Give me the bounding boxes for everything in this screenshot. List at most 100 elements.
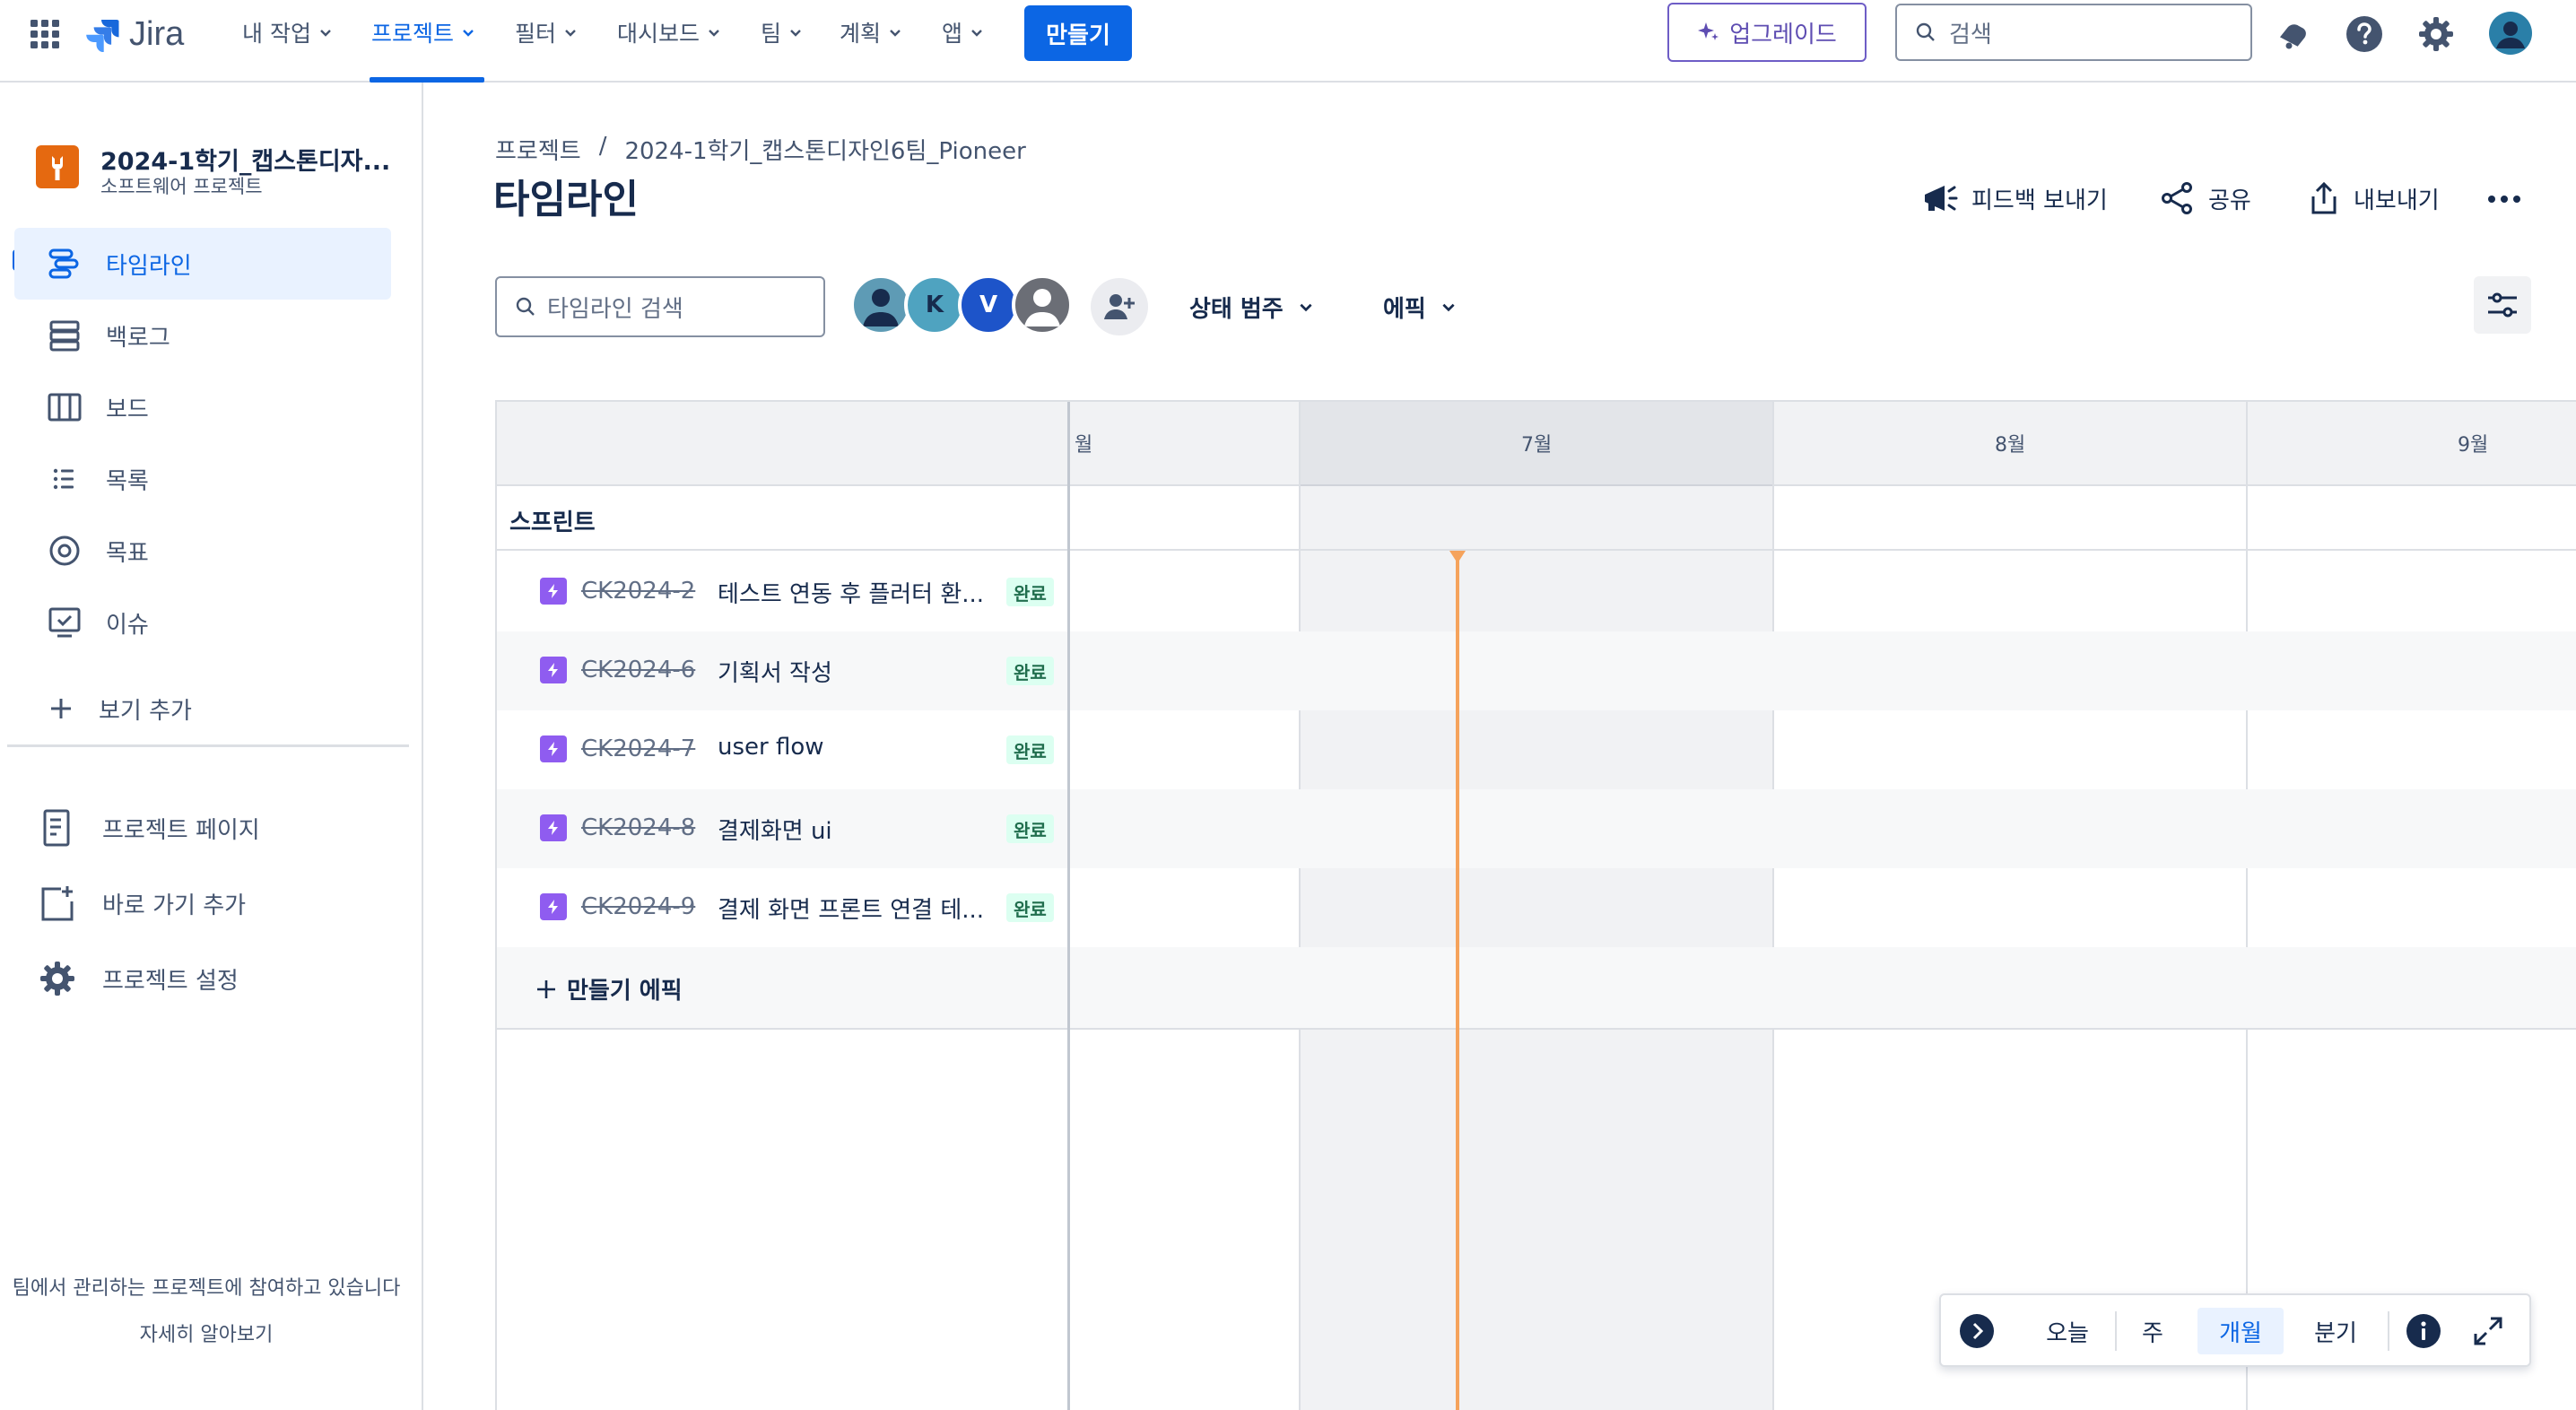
zoom-today-button[interactable]: 오늘 — [2023, 1308, 2111, 1354]
project-sidebar: 2024-1학기_캡스톤디자... 소프트웨어 프로젝트 타임라인 백로그 보드… — [0, 83, 423, 1410]
timeline-search-placeholder: 타임라인 검색 — [547, 295, 683, 323]
nav-projects[interactable]: 프로젝트 — [371, 16, 475, 48]
create-epic-button[interactable]: 만들기 에픽 — [535, 972, 683, 1005]
export-button[interactable]: 내보내기 — [2307, 178, 2440, 219]
sidebar-item-list[interactable]: 목록 — [14, 443, 391, 515]
timeline-search-input[interactable]: 타임라인 검색 — [495, 276, 825, 337]
list-item[interactable]: CK2024-7 user flow 완료 — [497, 710, 2576, 789]
sidebar-item-board[interactable]: 보드 — [14, 371, 391, 443]
avatar[interactable]: K — [904, 274, 965, 335]
list-item[interactable]: CK2024-9 결제 화면 프론트 연결 테... 완료 — [497, 868, 2576, 947]
issue-summary[interactable]: user flow — [718, 734, 987, 761]
add-people-button[interactable] — [1091, 278, 1148, 335]
avatar-initial: K — [925, 292, 944, 318]
help-icon[interactable] — [2345, 14, 2384, 54]
upgrade-button[interactable]: 업그레이드 — [1667, 3, 1867, 62]
timeline-panel-splitter[interactable] — [1067, 402, 1070, 1410]
avatar[interactable]: V — [958, 274, 1019, 335]
status-badge: 완료 — [1006, 893, 1054, 922]
issue-key[interactable]: CK2024-7 — [581, 735, 695, 762]
sidebar-item-add-shortcut[interactable]: 바로 가기 추가 — [0, 872, 409, 935]
epic-icon — [540, 893, 567, 920]
nav-plans[interactable]: 계획 — [840, 16, 902, 48]
month-label: 월 — [1075, 434, 1093, 457]
epic-icon — [540, 814, 567, 841]
zoom-month-button[interactable]: 개월 — [2197, 1308, 2284, 1354]
app-name: Jira — [129, 14, 185, 53]
share-icon — [2162, 182, 2192, 214]
project-type: 소프트웨어 프로젝트 — [100, 176, 263, 197]
create-epic-row: 만들기 에픽 — [497, 947, 2576, 1030]
sidebar-item-label: 바로 가기 추가 — [102, 892, 247, 919]
collapse-panel-button[interactable] — [1955, 1308, 1998, 1354]
avatar-initial: V — [979, 292, 998, 318]
month-label: 9월 — [2458, 434, 2489, 457]
share-button[interactable]: 공유 — [2160, 178, 2251, 219]
issue-key[interactable]: CK2024-8 — [581, 814, 695, 841]
sidebar-item-label: 프로젝트 페이지 — [102, 816, 260, 844]
list-item[interactable]: CK2024-2 테스트 연동 후 플러터 환... 완료 — [497, 553, 2576, 631]
sidebar-item-goals[interactable]: 목표 — [14, 515, 391, 587]
app-switcher-icon[interactable] — [27, 16, 63, 52]
sidebar-item-issues[interactable]: 이슈 — [14, 587, 391, 658]
learn-more-link[interactable]: 자세히 알아보기 — [0, 1319, 413, 1347]
status-category-filter[interactable]: 상태 범주 — [1189, 289, 1314, 325]
chevron-down-icon — [790, 30, 801, 37]
info-button[interactable] — [2400, 1308, 2447, 1354]
sidebar-item-timeline[interactable]: 타임라인 — [14, 228, 391, 300]
nav-filters[interactable]: 필터 — [515, 16, 578, 48]
nav-teams[interactable]: 팀 — [761, 16, 803, 48]
add-view-button[interactable]: 보기 추가 — [14, 673, 391, 744]
issue-summary[interactable]: 결제화면 ui — [718, 813, 987, 846]
notifications-icon[interactable] — [2273, 14, 2312, 54]
project-avatar[interactable] — [36, 145, 79, 188]
breadcrumb-project[interactable]: 2024-1학기_캡스톤디자인6팀_Pioneer — [624, 133, 1025, 166]
sidebar-item-project-settings[interactable]: 프로젝트 설정 — [0, 947, 409, 1010]
fullscreen-button[interactable] — [2465, 1308, 2511, 1354]
export-icon — [2311, 181, 2337, 214]
issue-key[interactable]: CK2024-9 — [581, 893, 695, 920]
zoom-separator — [2115, 1311, 2117, 1351]
user-silhouette-icon — [1024, 289, 1060, 326]
top-navigation: Jira 내 작업 프로젝트 필터 대시보드 팀 계획 앱 만들기 업그레이드 — [0, 0, 2576, 83]
megaphone-icon — [1925, 186, 1958, 211]
zoom-quarter-button[interactable]: 분기 — [2296, 1308, 2375, 1354]
jira-logo[interactable]: Jira — [84, 14, 184, 54]
more-dot-icon — [2513, 196, 2520, 203]
issue-summary[interactable]: 테스트 연동 후 플러터 환... — [718, 576, 987, 609]
issue-key[interactable]: CK2024-2 — [581, 578, 695, 605]
issue-summary[interactable]: 결제 화면 프론트 연결 테... — [718, 892, 987, 925]
add-person-icon — [1104, 294, 1135, 319]
nav-dashboards[interactable]: 대시보드 — [617, 16, 721, 48]
sliders-icon — [2488, 292, 2517, 318]
breadcrumb-projects[interactable]: 프로젝트 — [495, 133, 581, 166]
zoom-week-button[interactable]: 주 — [2124, 1308, 2181, 1354]
issue-key[interactable]: CK2024-6 — [581, 657, 695, 683]
sidebar-item-project-page[interactable]: 프로젝트 페이지 — [0, 796, 409, 859]
epic-filter[interactable]: 에픽 — [1383, 289, 1457, 325]
send-feedback-button[interactable]: 피드백 보내기 — [1921, 178, 2108, 219]
view-settings-button[interactable] — [2474, 276, 2531, 334]
profile-avatar-icon[interactable] — [2488, 11, 2533, 56]
sprint-row: 스프린트 — [497, 486, 2576, 551]
sidebar-item-label: 프로젝트 설정 — [102, 967, 239, 995]
list-item[interactable]: CK2024-8 결제화면 ui 완료 — [497, 789, 2576, 868]
global-search-input[interactable]: 검색 — [1895, 4, 2252, 61]
list-item[interactable]: CK2024-6 기획서 작성 완료 — [497, 631, 2576, 710]
add-view-label: 보기 추가 — [99, 697, 192, 725]
feedback-label: 피드백 보내기 — [1971, 187, 2108, 214]
sparkle-icon — [1698, 22, 1719, 40]
nav-my-work[interactable]: 내 작업 — [242, 16, 333, 48]
avatar[interactable] — [850, 274, 911, 335]
create-button[interactable]: 만들기 — [1024, 5, 1132, 61]
sidebar-divider — [7, 744, 409, 747]
settings-icon[interactable] — [2416, 14, 2456, 54]
sidebar-item-label: 목록 — [106, 467, 149, 495]
issue-summary[interactable]: 기획서 작성 — [718, 655, 987, 688]
sidebar-item-backlog[interactable]: 백로그 — [14, 300, 391, 371]
avatar[interactable] — [1012, 274, 1073, 335]
more-actions-button[interactable] — [2481, 183, 2528, 215]
nav-apps[interactable]: 앱 — [942, 16, 984, 48]
jira-logo-icon — [86, 20, 119, 52]
team-managed-notice: 팀에서 관리하는 프로젝트에 참여하고 있습니다 — [12, 1277, 401, 1300]
